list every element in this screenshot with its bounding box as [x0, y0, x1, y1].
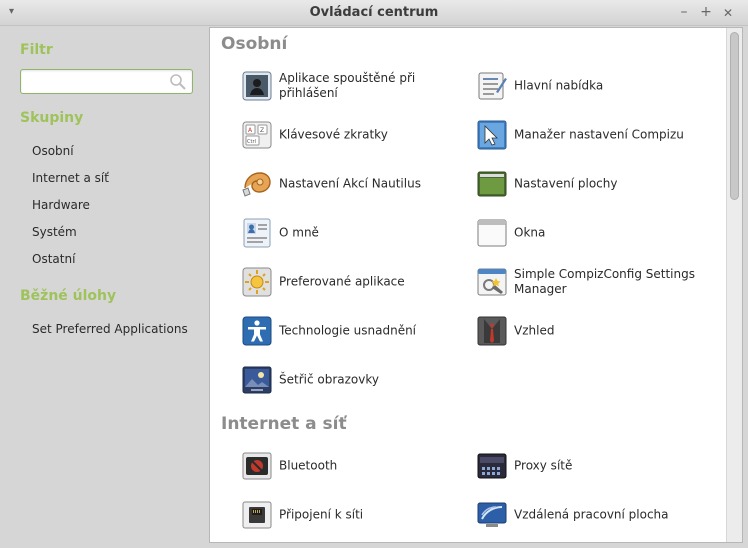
svg-text:Ctrl: Ctrl	[247, 139, 256, 145]
scrollbar-thumb[interactable]	[730, 32, 739, 200]
item-label: Preferované aplikace	[279, 274, 405, 289]
startup-applications-icon	[242, 71, 272, 101]
sidebar-item-hardware[interactable]: Hardware	[32, 198, 90, 212]
item-remote-desktop[interactable]: Vzdálená pracovní plocha	[476, 495, 706, 535]
network-connections-icon	[242, 501, 272, 529]
sidebar: Filtr Skupiny Osobní Internet a síť Hard…	[0, 27, 208, 548]
item-nautilus-actions[interactable]: Nastavení Akcí Nautilus	[241, 164, 471, 204]
main-menu-icon	[478, 72, 507, 100]
item-screensaver[interactable]: Šetřič obrazovky	[241, 360, 471, 400]
compiz-settings-icon	[477, 120, 507, 150]
windows-icon	[477, 219, 507, 247]
vertical-scrollbar[interactable]	[726, 28, 742, 542]
item-label: O mně	[279, 225, 319, 240]
accessibility-icon	[242, 316, 272, 346]
screensaver-icon	[242, 366, 272, 394]
section-title-internet: Internet a síť	[221, 414, 347, 434]
item-label: Hlavní nabídka	[514, 78, 604, 93]
search-icon[interactable]	[169, 73, 187, 91]
groups-heading: Skupiny	[20, 110, 84, 126]
svg-text:Z: Z	[260, 127, 264, 134]
desktop-settings-icon	[477, 171, 507, 197]
item-label: Vzhled	[514, 323, 555, 338]
item-network-proxy[interactable]: Proxy sítě	[476, 446, 706, 486]
task-set-preferred-applications[interactable]: Set Preferred Applications	[32, 322, 188, 336]
item-label: Technologie usnadnění	[279, 323, 417, 338]
item-label: Klávesové zkratky	[279, 127, 388, 142]
item-compiz-settings[interactable]: Manažer nastavení Compizu	[476, 115, 706, 155]
item-label: Šetřič obrazovky	[279, 372, 379, 387]
item-label: Aplikace spouštěné při přihlášení	[279, 71, 416, 100]
remote-desktop-icon	[477, 502, 507, 527]
item-preferred-apps[interactable]: Preferované aplikace	[241, 262, 471, 302]
search-box[interactable]	[20, 69, 193, 94]
item-label: Připojení k síti	[279, 507, 364, 522]
item-about-me[interactable]: O mně	[241, 213, 471, 253]
item-keyboard-shortcuts[interactable]: A Z Ctrl Klávesové zkratky	[241, 115, 471, 155]
sidebar-item-internet[interactable]: Internet a síť	[32, 171, 109, 185]
sidebar-item-system[interactable]: Systém	[32, 225, 77, 239]
item-label: Manažer nastavení Compizu	[514, 127, 684, 142]
item-bluetooth[interactable]: Bluetooth	[241, 446, 471, 486]
keyboard-shortcuts-icon: A Z Ctrl	[242, 121, 272, 149]
item-startup-applications[interactable]: Aplikace spouštěné při přihlášení	[241, 66, 471, 106]
title-bar: ▾ Ovládací centrum – + ✕	[0, 0, 748, 26]
maximize-icon[interactable]: +	[698, 4, 714, 20]
close-icon[interactable]: ✕	[720, 6, 736, 20]
item-network-connections[interactable]: Připojení k síti	[241, 495, 471, 535]
search-input[interactable]	[25, 73, 165, 90]
appearance-icon	[477, 316, 507, 346]
network-proxy-icon	[477, 453, 507, 479]
nautilus-actions-icon	[242, 172, 271, 197]
minimize-icon[interactable]: –	[676, 4, 692, 20]
about-me-icon	[243, 218, 271, 248]
item-label: Nastavení plochy	[514, 176, 618, 191]
item-label: Simple CompizConfig Settings Manager	[514, 267, 695, 296]
simple-ccsm-icon	[477, 268, 507, 296]
preferred-apps-icon	[242, 267, 272, 297]
sidebar-item-osobni[interactable]: Osobní	[32, 144, 74, 158]
item-label: Nastavení Akcí Nautilus	[279, 176, 421, 191]
item-label: Proxy sítě	[514, 458, 573, 473]
item-label: Bluetooth	[279, 458, 338, 473]
item-simple-ccsm[interactable]: Simple CompizConfig Settings Manager	[476, 262, 706, 302]
sidebar-item-ostatni[interactable]: Ostatní	[32, 252, 75, 266]
item-label: Okna	[514, 225, 546, 240]
item-appearance[interactable]: Vzhled	[476, 311, 706, 351]
item-main-menu[interactable]: Hlavní nabídka	[476, 66, 706, 106]
item-desktop-settings[interactable]: Nastavení plochy	[476, 164, 706, 204]
bluetooth-icon	[242, 452, 272, 480]
tasks-heading: Běžné úlohy	[20, 288, 117, 304]
window-title: Ovládací centrum	[309, 5, 439, 20]
content-panel: Osobní Aplikace spouštěné při přihlášení…	[209, 27, 743, 543]
section-title-osobni: Osobní	[221, 34, 288, 54]
item-windows[interactable]: Okna	[476, 213, 706, 253]
item-accessibility[interactable]: Technologie usnadnění	[241, 311, 471, 351]
item-label: Vzdálená pracovní plocha	[514, 507, 669, 522]
filter-heading: Filtr	[20, 42, 53, 58]
